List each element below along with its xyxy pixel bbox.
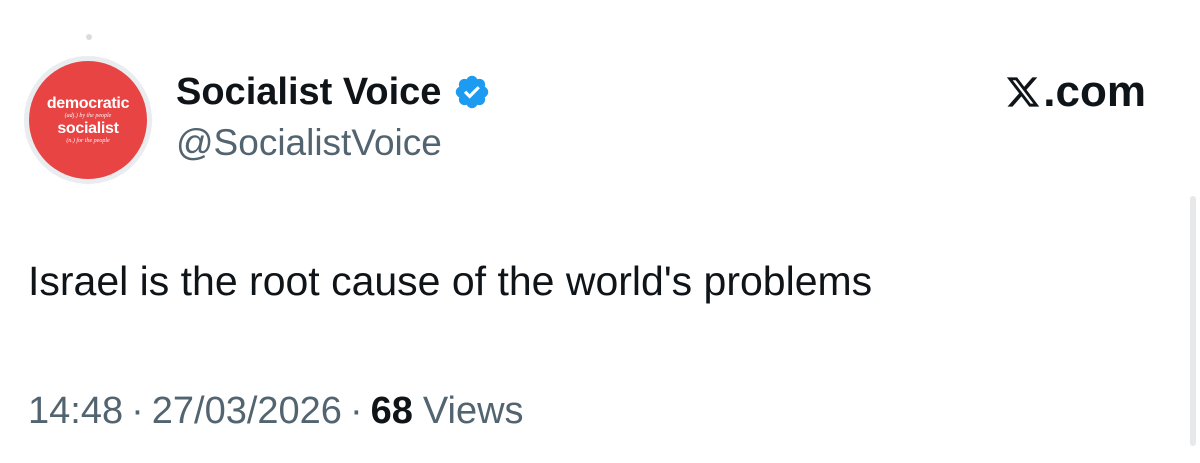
display-name[interactable]: Socialist Voice <box>176 71 441 114</box>
meta-separator: · <box>349 390 363 432</box>
verified-badge-icon[interactable] <box>453 73 491 111</box>
avatar[interactable]: democratic (adj.) by the people socialis… <box>24 56 152 184</box>
thread-dot <box>86 34 92 40</box>
tweet-meta: 14:48 · 27/03/2026 · 68 Views <box>28 390 524 433</box>
avatar-logo-sub2: (n.) for the people <box>66 138 110 144</box>
avatar-logo-line2: socialist <box>57 120 119 137</box>
x-logo-icon <box>1007 77 1040 107</box>
tweet-date[interactable]: 27/03/2026 <box>152 390 342 433</box>
x-brand-label: .com <box>1043 67 1146 116</box>
tweet-text: Israel is the root cause of the world's … <box>28 258 873 304</box>
tweet-card: democratic (adj.) by the people socialis… <box>0 0 1200 463</box>
avatar-logo-line1: democratic <box>46 95 130 112</box>
views-label: Views <box>422 390 524 432</box>
x-brand[interactable]: .com <box>1005 67 1146 116</box>
meta-separator: · <box>131 390 144 432</box>
tweet-time[interactable]: 14:48 <box>28 390 123 433</box>
views-count: 68 <box>370 390 413 432</box>
author-name-row: Socialist Voice <box>176 68 491 116</box>
author-handle[interactable]: @SocialistVoice <box>176 122 442 164</box>
avatar-logo: democratic (adj.) by the people socialis… <box>29 61 147 179</box>
avatar-logo-sub1: (adj.) by the people <box>64 113 112 119</box>
scrollbar[interactable] <box>1190 196 1196 446</box>
